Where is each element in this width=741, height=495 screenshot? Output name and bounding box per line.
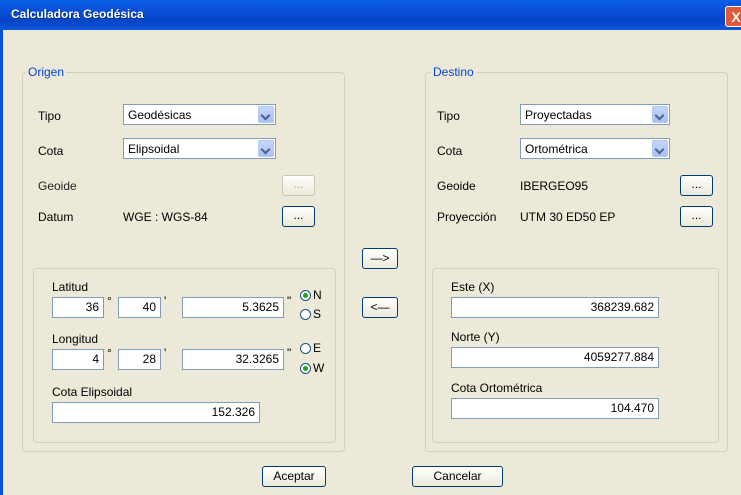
cota-elipsoidal-input[interactable]: 152.326 [52, 402, 260, 423]
proyeccion-value: UTM 30 ED50 EP [520, 210, 616, 224]
proyeccion-button[interactable]: ... [680, 206, 713, 227]
destino-geoide-label: Geoide [437, 179, 476, 193]
destino-cota-select[interactable]: Ortométrica [520, 138, 670, 159]
radio-on-icon [300, 290, 311, 301]
chevron-down-icon[interactable] [652, 140, 668, 157]
lat-min-input[interactable]: 40 [118, 297, 161, 318]
chevron-down-icon[interactable] [652, 106, 668, 123]
origen-legend: Origen [26, 65, 67, 79]
lon-min-input[interactable]: 28 [118, 349, 161, 370]
radio-west[interactable]: W [300, 361, 324, 375]
radio-off-icon [300, 309, 311, 320]
convert-forward-button[interactable]: —> [362, 248, 398, 269]
proyeccion-label: Proyección [437, 210, 497, 224]
destino-legend: Destino [431, 65, 476, 79]
destino-tipo-label: Tipo [437, 109, 460, 123]
second-symbol: " [287, 294, 292, 308]
destino-geoide-value: IBERGEO95 [520, 179, 589, 193]
minute-symbol: ' [164, 294, 167, 308]
origen-cota-value: Elipsoidal [128, 142, 180, 156]
destino-coords-panel: Este (X) 368239.682 Norte (Y) 4059277.88… [432, 268, 719, 443]
destino-group: Destino Tipo Proyectadas Cota Ortométric… [425, 65, 728, 452]
lat-deg-input[interactable]: 36 [52, 297, 104, 318]
origen-geoide-label: Geoide [38, 179, 77, 193]
latitud-label: Latitud [52, 280, 89, 294]
dialog-body: Origen Tipo Geodésicas Cota Elipsoidal G… [0, 30, 741, 495]
second-symbol: " [287, 346, 292, 360]
cota-elipsoidal-label: Cota Elipsoidal [52, 385, 133, 399]
origen-coords-panel: Latitud 36 ° 40 ' 5.3625 " N S Longitud … [33, 268, 336, 443]
accept-button[interactable]: Aceptar [262, 466, 326, 487]
destino-tipo-select[interactable]: Proyectadas [520, 104, 670, 125]
cota-ortometrica-label: Cota Ortométrica [451, 381, 543, 395]
origen-tipo-value: Geodésicas [128, 108, 192, 122]
lon-deg-input[interactable]: 4 [52, 349, 104, 370]
origen-geoide-button[interactable]: ... [282, 175, 315, 196]
radio-south[interactable]: S [300, 307, 321, 321]
destino-cota-value: Ortométrica [525, 142, 588, 156]
origen-tipo-label: Tipo [38, 109, 61, 123]
degree-symbol: ° [107, 346, 112, 360]
chevron-down-icon[interactable] [258, 140, 274, 157]
norte-input[interactable]: 4059277.884 [451, 347, 659, 368]
title-bar: Calculadora Geodésica X [0, 0, 741, 30]
este-label: Este (X) [451, 280, 495, 294]
longitud-label: Longitud [52, 332, 99, 346]
origen-cota-select[interactable]: Elipsoidal [123, 138, 276, 159]
origen-group: Origen Tipo Geodésicas Cota Elipsoidal G… [22, 65, 345, 452]
radio-on-icon [300, 363, 311, 374]
origen-tipo-select[interactable]: Geodésicas [123, 104, 276, 125]
close-button[interactable]: X [725, 6, 741, 27]
degree-symbol: ° [107, 294, 112, 308]
origen-datum-value: WGE : WGS-84 [123, 210, 208, 224]
este-input[interactable]: 368239.682 [451, 297, 659, 318]
window-title: Calculadora Geodésica [11, 7, 144, 21]
destino-cota-label: Cota [437, 144, 463, 158]
origen-datum-label: Datum [38, 210, 74, 224]
cancel-button[interactable]: Cancelar [412, 466, 503, 487]
radio-north[interactable]: N [300, 288, 322, 302]
radio-off-icon [300, 343, 311, 354]
destino-geoide-button[interactable]: ... [680, 175, 713, 196]
chevron-down-icon[interactable] [258, 106, 274, 123]
lon-sec-input[interactable]: 32.3265 [182, 349, 284, 370]
origen-datum-button[interactable]: ... [282, 206, 315, 227]
norte-label: Norte (Y) [451, 330, 500, 344]
origen-cota-label: Cota [38, 144, 64, 158]
minute-symbol: ' [164, 346, 167, 360]
cota-ortometrica-input[interactable]: 104.470 [451, 398, 659, 419]
radio-east[interactable]: E [300, 341, 321, 355]
convert-back-button[interactable]: <— [362, 297, 398, 318]
lat-sec-input[interactable]: 5.3625 [182, 297, 284, 318]
destino-tipo-value: Proyectadas [525, 108, 592, 122]
